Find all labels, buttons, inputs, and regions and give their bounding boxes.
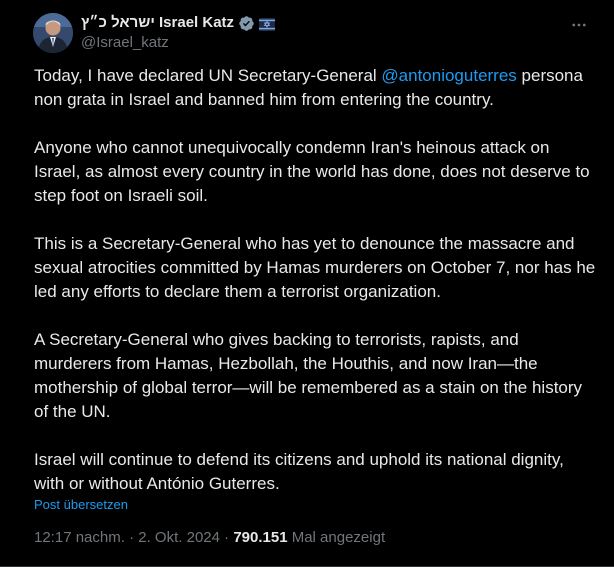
post-paragraph: Anyone who cannot unequivocally condemn …: [34, 138, 590, 205]
israel-flag-icon: [259, 17, 276, 31]
post-time[interactable]: 12:17 nachm.: [34, 529, 125, 546]
post-header: ישראל כ״ץ Israel Katz @Israel_katz: [33, 10, 594, 54]
author-handle[interactable]: @Israel_katz: [81, 33, 275, 53]
post-card: ישראל כ״ץ Israel Katz @Israel_katz Today…: [0, 0, 614, 567]
avatar[interactable]: [33, 13, 73, 53]
paragraph-text: Today, I have declared UN Secretary-Gene…: [34, 66, 382, 85]
mention-link[interactable]: @antonioguterres: [381, 66, 516, 85]
translate-post-link[interactable]: Post übersetzen: [34, 496, 128, 514]
post-paragraph: Israel will continue to defend its citiz…: [34, 450, 564, 493]
author-block: ישראל כ״ץ Israel Katz @Israel_katz: [81, 13, 276, 53]
meta-separator: ·: [219, 529, 234, 546]
avatar-photo: [33, 13, 73, 53]
views-count: 790.151: [233, 529, 288, 546]
meta-separator: ·: [124, 529, 139, 546]
post-date[interactable]: 2. Okt. 2024: [138, 529, 220, 546]
post-meta: 12:17 nachm. · 2. Okt. 2024 · 790.151 Ma…: [34, 528, 385, 548]
more-options-icon[interactable]: [564, 10, 594, 40]
views-label: Mal angezeigt: [287, 529, 386, 546]
post-paragraph: Today, I have declared UN Secretary-Gene…: [34, 64, 596, 112]
verified-badge-icon[interactable]: [238, 15, 255, 32]
post-paragraph: A Secretary-General who gives backing to…: [34, 330, 583, 421]
author-name[interactable]: ישראל כ״ץ Israel Katz: [81, 13, 234, 33]
post-text: Today, I have declared UN Secretary-Gene…: [34, 64, 596, 496]
post-paragraph: This is a Secretary-General who has yet …: [34, 234, 596, 301]
author-name-row: ישראל כ״ץ Israel Katz: [81, 13, 276, 33]
